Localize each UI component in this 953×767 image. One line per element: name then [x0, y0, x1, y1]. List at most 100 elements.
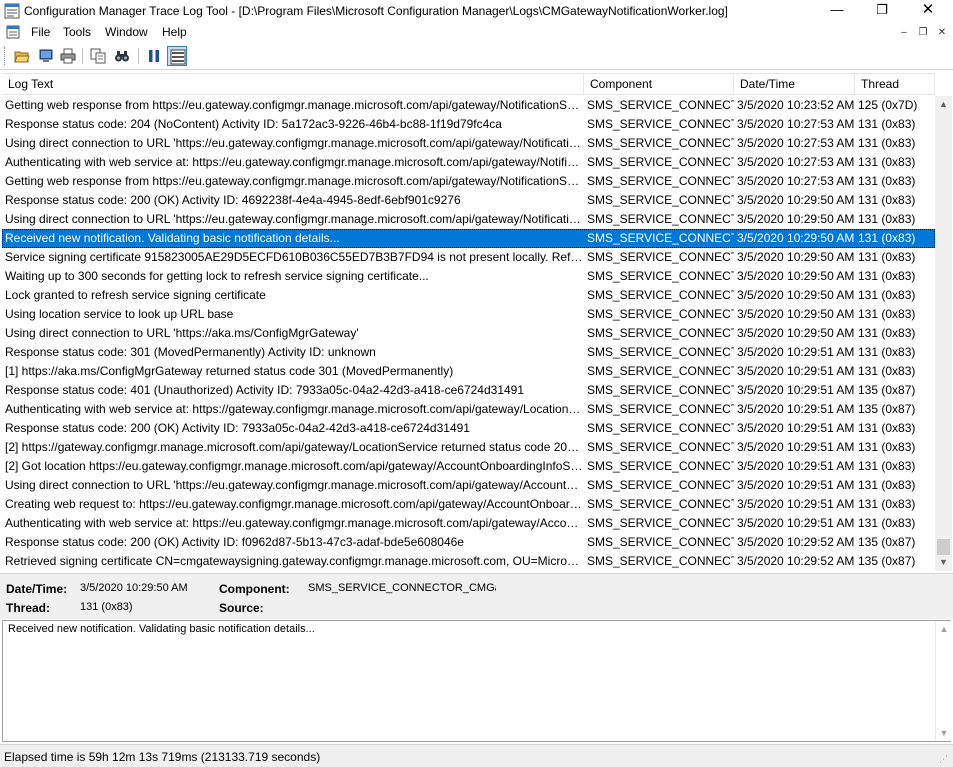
table-row[interactable]: Retrieved signing certificate CN=cmgatew…: [2, 552, 935, 571]
table-row[interactable]: Response status code: 200 (OK) Activity …: [2, 533, 935, 552]
thread-cell: 131 (0x83): [858, 345, 916, 359]
pause-button[interactable]: [144, 46, 164, 66]
menu-help[interactable]: Help: [162, 25, 187, 39]
find-icon: [115, 51, 129, 62]
thread-cell: 131 (0x83): [858, 174, 916, 188]
datetime-cell: 3/5/2020 10:23:52 AM: [737, 98, 855, 112]
table-row[interactable]: Response status code: 204 (NoContent) Ac…: [2, 115, 935, 134]
mdi-close-button[interactable]: ✕: [934, 25, 950, 39]
datetime-cell: 3/5/2020 10:29:50 AM: [737, 307, 855, 321]
status-bar: Elapsed time is 59h 12m 13s 719ms (21313…: [0, 744, 953, 767]
thread-label: Thread:: [6, 601, 51, 615]
table-row[interactable]: Lock granted to refresh service signing …: [2, 286, 935, 305]
log-text-cell: Response status code: 301 (MovedPermanen…: [5, 345, 376, 359]
table-row[interactable]: Using location service to look up URL ba…: [2, 305, 935, 324]
table-row[interactable]: [2] https://gateway.configmgr.manage.mic…: [2, 438, 935, 457]
document-icon[interactable]: [6, 25, 20, 39]
table-row[interactable]: Using direct connection to URL 'https://…: [2, 134, 935, 153]
print-button[interactable]: [58, 46, 78, 66]
thread-cell: 135 (0x87): [858, 535, 916, 549]
copy-button[interactable]: [88, 46, 108, 66]
log-text-cell: Waiting up to 300 seconds for getting lo…: [5, 269, 429, 283]
table-row[interactable]: Authenticating with web service at: http…: [2, 400, 935, 419]
print-icon: [60, 48, 76, 64]
component-cell: SMS_SERVICE_CONNECTOR_CMGatewayNotificat…: [587, 497, 734, 511]
datetime-cell: 3/5/2020 10:29:50 AM: [737, 269, 855, 283]
details-panel: Date/Time: 3/5/2020 10:29:50 AM Componen…: [0, 573, 953, 619]
datetime-cell: 3/5/2020 10:29:50 AM: [737, 288, 855, 302]
log-text-cell: Getting web response from https://eu.gat…: [5, 174, 584, 188]
table-row[interactable]: Using direct connection to URL 'https://…: [2, 324, 935, 343]
log-text-cell: Using location service to look up URL ba…: [5, 307, 234, 321]
window-maximize-button[interactable]: ❐: [859, 0, 905, 22]
log-text-cell: [2] Got location https://eu.gateway.conf…: [5, 459, 584, 473]
menu-tools[interactable]: Tools: [63, 25, 91, 39]
column-datetime[interactable]: Date/Time: [734, 74, 855, 95]
thread-cell: 131 (0x83): [858, 364, 916, 378]
table-row[interactable]: Response status code: 301 (MovedPermanen…: [2, 343, 935, 362]
table-row[interactable]: Service signing certificate 915823005AE2…: [2, 248, 935, 267]
column-component[interactable]: Component: [584, 74, 734, 95]
find-button[interactable]: [112, 46, 132, 66]
log-list[interactable]: Getting web response from https://eu.gat…: [2, 96, 935, 571]
mdi-restore-button[interactable]: ❐: [915, 25, 931, 39]
component-cell: SMS_SERVICE_CONNECTOR_CMGatewayNotificat…: [587, 307, 734, 321]
table-row[interactable]: [2] Got location https://eu.gateway.conf…: [2, 457, 935, 476]
datetime-cell: 3/5/2020 10:27:53 AM: [737, 117, 855, 131]
table-row[interactable]: Waiting up to 300 seconds for getting lo…: [2, 267, 935, 286]
table-row[interactable]: Creating web request to: https://eu.gate…: [2, 495, 935, 514]
datetime-cell: 3/5/2020 10:29:51 AM: [737, 497, 855, 511]
open-on-server-button[interactable]: [36, 46, 56, 66]
menu-window[interactable]: Window: [105, 25, 148, 39]
table-row[interactable]: Getting web response from https://eu.gat…: [2, 172, 935, 191]
component-cell: SMS_SERVICE_CONNECTOR_CMGatewayNotificat…: [587, 478, 734, 492]
message-textbox[interactable]: Received new notification. Validating ba…: [2, 620, 951, 742]
component-cell: SMS_SERVICE_CONNECTOR_CMGatewayNotificat…: [587, 174, 734, 188]
menu-file[interactable]: File: [31, 25, 50, 39]
scroll-up-icon[interactable]: ▲: [936, 621, 952, 637]
toolbar-grip[interactable]: [4, 47, 7, 65]
open-button[interactable]: [12, 46, 32, 66]
scroll-thumb[interactable]: [937, 539, 950, 555]
window-close-button[interactable]: ✕: [905, 0, 951, 22]
log-text-cell: Service signing certificate 915823005AE2…: [5, 250, 584, 264]
component-value: SMS_SERVICE_CONNECTOR_CMGatewayNotificat…: [308, 582, 496, 594]
log-text-cell: [2] https://gateway.configmgr.manage.mic…: [5, 440, 584, 454]
component-cell: SMS_SERVICE_CONNECTOR_CMGatewayNotificat…: [587, 288, 734, 302]
log-text-cell: Lock granted to refresh service signing …: [5, 288, 266, 302]
component-cell: SMS_SERVICE_CONNECTOR_CMGatewayNotificat…: [587, 269, 734, 283]
table-row[interactable]: Authenticating with web service at: http…: [2, 514, 935, 533]
component-cell: SMS_SERVICE_CONNECTOR_CMGatewayNotificat…: [587, 212, 734, 226]
table-row[interactable]: Response status code: 200 (OK) Activity …: [2, 419, 935, 438]
resize-grip-icon[interactable]: ⋰: [939, 753, 951, 765]
table-row[interactable]: Using direct connection to URL 'https://…: [2, 476, 935, 495]
scroll-down-icon[interactable]: ▼: [936, 725, 952, 741]
thread-cell: 135 (0x87): [858, 383, 916, 397]
table-row[interactable]: Using direct connection to URL 'https://…: [2, 210, 935, 229]
component-cell: SMS_SERVICE_CONNECTOR_CMGatewayNotificat…: [587, 421, 734, 435]
table-row[interactable]: [1] https://aka.ms/ConfigMgrGateway retu…: [2, 362, 935, 381]
thread-cell: 131 (0x83): [858, 212, 916, 226]
table-row[interactable]: Authenticating with web service at: http…: [2, 153, 935, 172]
thread-cell: 131 (0x83): [858, 459, 916, 473]
column-log-text[interactable]: Log Text: [2, 74, 584, 95]
log-list-scrollbar[interactable]: ▲ ▼: [935, 96, 952, 571]
table-row[interactable]: Response status code: 401 (Unauthorized)…: [2, 381, 935, 400]
window-minimize-button[interactable]: —: [814, 0, 860, 22]
table-row[interactable]: Response status code: 200 (OK) Activity …: [2, 191, 935, 210]
log-text-cell: Response status code: 204 (NoContent) Ac…: [5, 117, 502, 131]
datetime-cell: 3/5/2020 10:29:51 AM: [737, 383, 855, 397]
column-thread[interactable]: Thread: [855, 74, 935, 95]
table-row[interactable]: Received new notification. Validating ba…: [2, 229, 935, 248]
highlight-button[interactable]: [167, 46, 187, 66]
scroll-down-icon[interactable]: ▼: [935, 554, 952, 571]
log-text-cell: Response status code: 200 (OK) Activity …: [5, 421, 470, 435]
table-row[interactable]: Getting web response from https://eu.gat…: [2, 96, 935, 115]
datetime-cell: 3/5/2020 10:29:50 AM: [737, 250, 855, 264]
message-scrollbar[interactable]: ▲ ▼: [935, 621, 951, 741]
datetime-cell: 3/5/2020 10:29:50 AM: [737, 193, 855, 207]
log-text-cell: Authenticating with web service at: http…: [5, 155, 584, 169]
component-cell: SMS_SERVICE_CONNECTOR_CMGatewayNotificat…: [587, 459, 734, 473]
scroll-up-icon[interactable]: ▲: [935, 96, 952, 113]
mdi-minimize-button[interactable]: –: [896, 25, 912, 39]
